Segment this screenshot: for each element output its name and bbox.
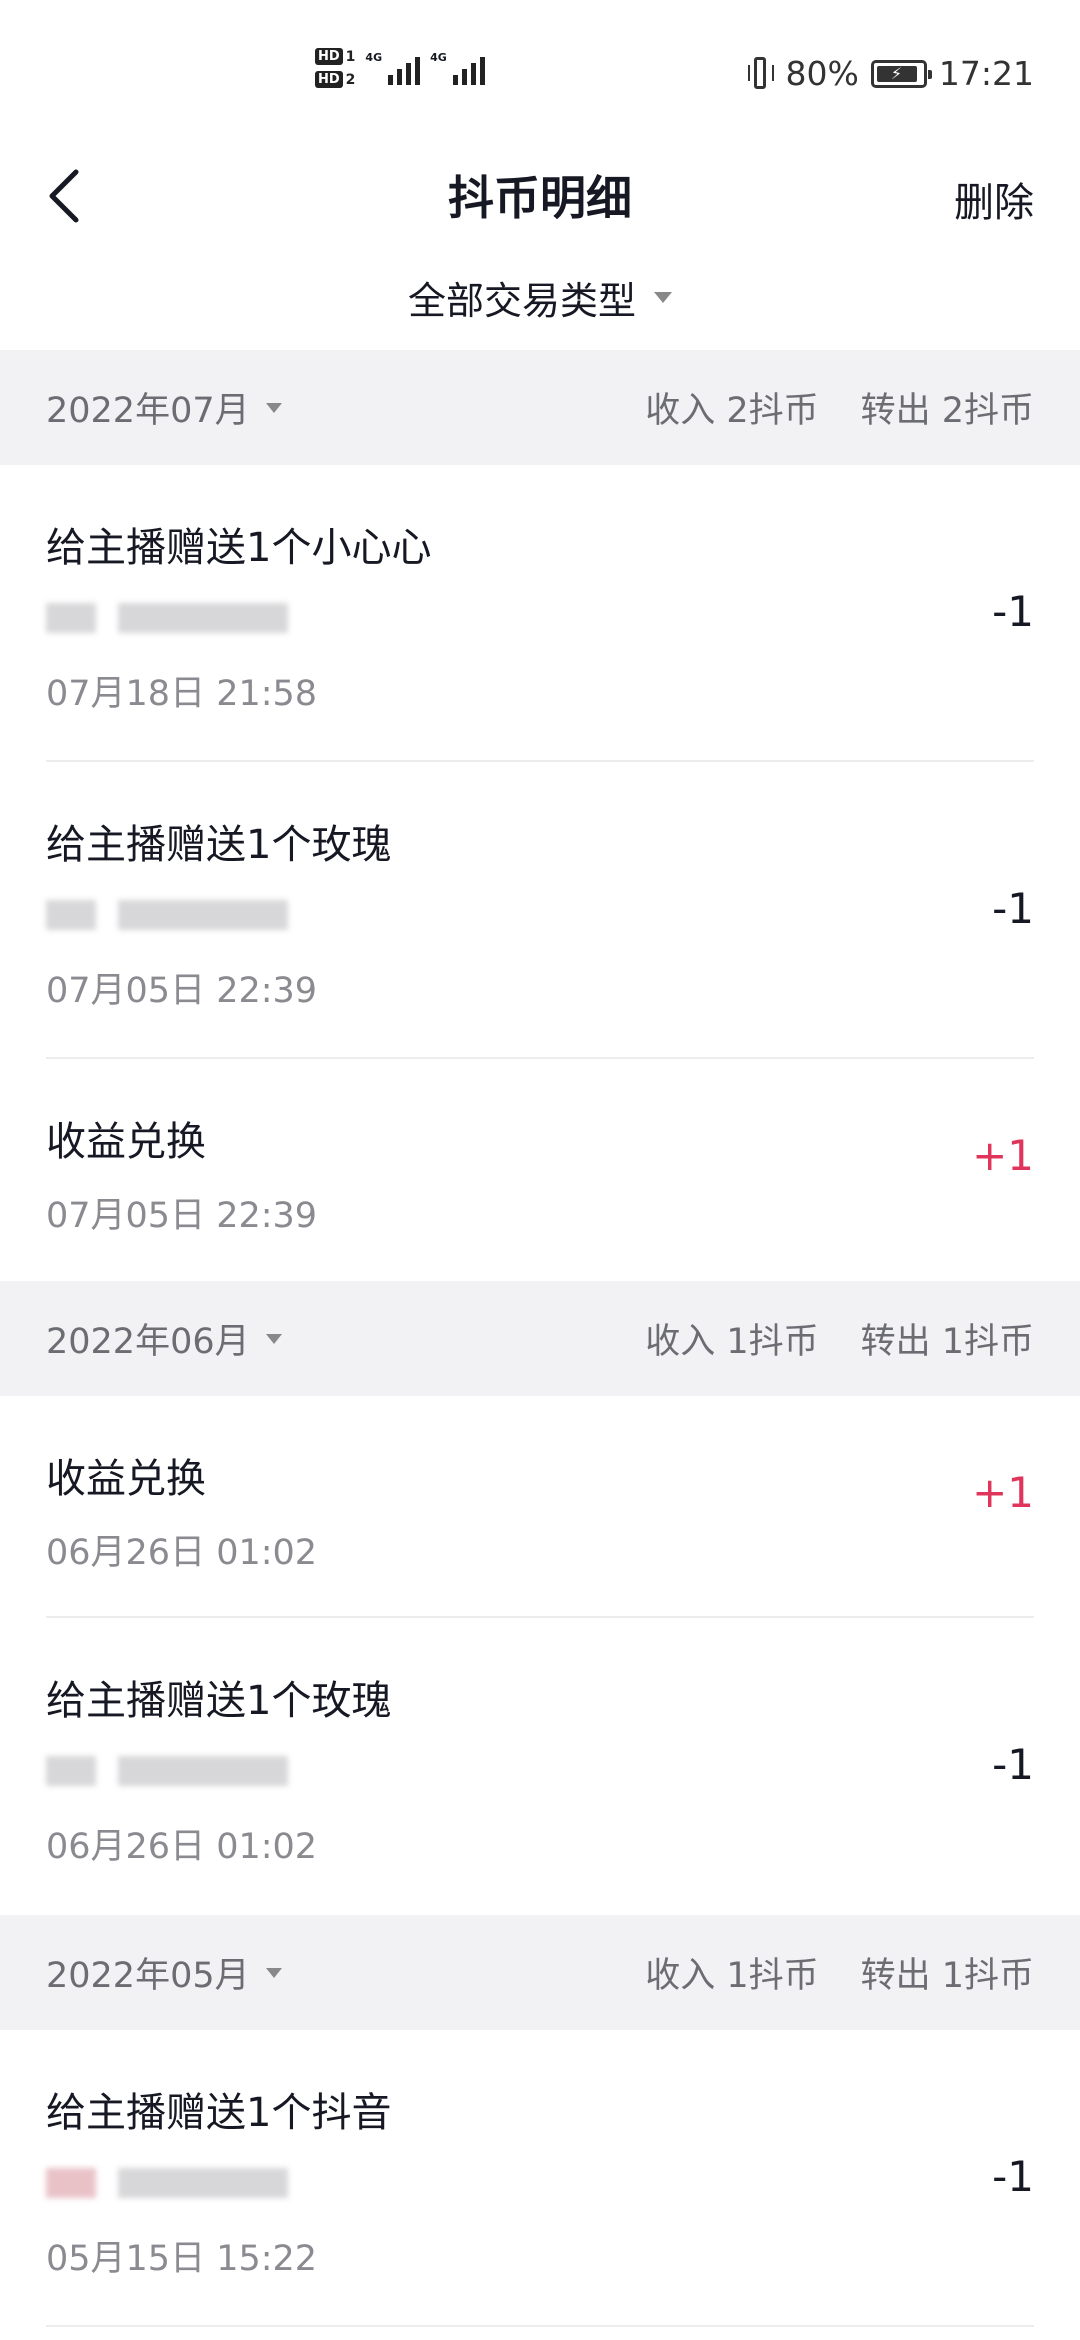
month-outgo: 转出 1抖币 [860,1956,1034,1996]
transaction-row[interactable]: 给主播赠送1个玫瑰 07月05日 22:39 -1 [0,762,1080,1059]
blurred-recipient [46,2160,296,2202]
transaction-row[interactable]: 收益兑换 06月26日 01:02 +1 [0,1396,1080,1618]
transaction-amount: -1 [992,587,1034,636]
transaction-type-filter[interactable]: 全部交易类型 [0,245,1080,350]
month-outgo: 转出 2抖币 [860,391,1034,431]
battery-percent: 80% [785,54,859,93]
transaction-title: 给主播赠送1个小心心 [46,525,432,571]
transaction-row[interactable]: 给主播赠送1个小心心 07月18日 21:58 -1 [0,465,1080,762]
signal-sim2-icon: 4G [430,51,485,85]
status-bar: HD 1 HD 2 4G 4G 80% ⚡ 17:21 [0,0,1080,150]
transaction-date: 07月05日 22:39 [46,971,318,1011]
transaction-date: 06月26日 01:02 [46,1533,318,1573]
transaction-row[interactable]: 收益兑换 07月05日 22:39 +1 [0,1059,1080,1281]
status-right: 80% ⚡ 17:21 [747,54,1034,93]
hd-sim2-icon: HD 2 [315,71,355,88]
transaction-amount: +1 [972,1468,1034,1517]
battery-icon: ⚡ [870,59,932,88]
transaction-amount: +1 [972,1131,1034,1180]
transaction-amount: -1 [992,1740,1034,1789]
transaction-date: 07月05日 22:39 [46,1196,318,1236]
transaction-title: 收益兑换 [46,1119,206,1165]
delete-button[interactable]: 删除 [954,170,1034,228]
hd-sim1-icon: HD 1 [315,48,355,65]
blurred-recipient [46,892,296,934]
filter-label: 全部交易类型 [407,279,636,323]
month-stats: 收入 1抖币 转出 1抖币 [645,1313,1034,1364]
nav-bar: 抖币明细 删除 [0,150,1080,245]
caret-down-icon [265,1967,282,1978]
blurred-recipient [46,595,296,637]
caret-down-icon [265,402,282,413]
month-header: 2022年05月 收入 1抖币 转出 1抖币 [0,1915,1080,2030]
vibrate-icon [747,56,774,91]
transaction-title: 给主播赠送1个玫瑰 [46,1678,392,1724]
transaction-amount: -1 [992,884,1034,933]
transaction-title: 收益兑换 [46,1456,206,1502]
transaction-title: 给主播赠送1个抖音 [46,2090,392,2136]
month-income: 收入 1抖币 [645,1956,819,1996]
blurred-recipient [46,1748,296,1790]
network-indicators: HD 1 HD 2 4G 4G [315,48,485,88]
caret-down-icon [654,292,672,303]
transaction-row[interactable]: 给主播赠送1个抖音 05月15日 15:22 -1 [0,2030,1080,2327]
hd-voice-indicators: HD 1 HD 2 [315,48,355,88]
clock: 17:21 [938,54,1034,93]
page-title: 抖币明细 [448,171,632,225]
transaction-amount: -1 [992,2152,1034,2201]
transaction-row[interactable]: 给主播赠送1个玫瑰 06月26日 01:02 -1 [0,1618,1080,1915]
transaction-date: 06月26日 01:02 [46,1827,318,1867]
signal-sim1-icon: 4G [365,51,421,85]
month-stats: 收入 2抖币 转出 2抖币 [645,382,1034,433]
transaction-date: 05月15日 15:22 [46,2239,318,2279]
transaction-date: 07月18日 21:58 [46,674,318,714]
month-income: 收入 1抖币 [645,1322,819,1362]
month-picker[interactable]: 2022年07月 [46,382,282,433]
month-income: 收入 2抖币 [645,391,819,431]
month-picker[interactable]: 2022年05月 [46,1947,282,1998]
month-header: 2022年07月 收入 2抖币 转出 2抖币 [0,350,1080,465]
month-stats: 收入 1抖币 转出 1抖币 [645,1947,1034,1998]
month-header: 2022年06月 收入 1抖币 转出 1抖币 [0,1281,1080,1396]
month-picker[interactable]: 2022年06月 [46,1313,282,1364]
month-outgo: 转出 1抖币 [860,1322,1034,1362]
transaction-title: 给主播赠送1个玫瑰 [46,822,392,868]
caret-down-icon [265,1333,282,1344]
